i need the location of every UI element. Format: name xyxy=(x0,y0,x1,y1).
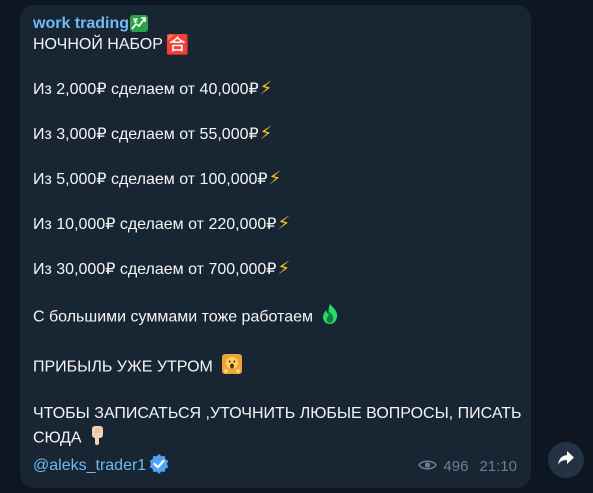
lightning-icon: ⚡ xyxy=(268,168,282,189)
share-button[interactable] xyxy=(548,442,584,478)
offer-line: Из 5,000₽ сделаем от 100,000₽⚡ xyxy=(33,168,517,191)
big-sums-line: С большими суммами тоже работаем xyxy=(33,303,517,332)
mention-row[interactable]: @aleks_trader1 xyxy=(33,453,170,480)
heading-line: НОЧНОЙ НАБОР 🈴 xyxy=(33,34,517,56)
message-footer: @aleks_trader1 496 21:10 xyxy=(33,453,517,479)
heading-emoji-icon: 🈴 xyxy=(165,34,190,56)
share-arrow-icon xyxy=(557,450,575,471)
message-time: 21:10 xyxy=(479,457,517,475)
offer-line: Из 2,000₽ сделаем от 40,000₽⚡ xyxy=(33,78,517,101)
offer-text: Из 30,000₽ сделаем от 700,000₽ xyxy=(33,261,277,278)
lightning-icon: ⚡ xyxy=(277,258,291,279)
lightning-icon: ⚡ xyxy=(277,213,291,234)
offer-text: Из 5,000₽ сделаем от 100,000₽ xyxy=(33,171,268,188)
cta-line: ЧТОБЫ ЗАПИСАТЬСЯ ,УТОЧНИТЬ ЛЮБЫЕ ВОПРОСЫ… xyxy=(33,403,523,452)
offer-text: Из 2,000₽ сделаем от 40,000₽ xyxy=(33,81,259,98)
offer-line: Из 3,000₽ сделаем от 55,000₽⚡ xyxy=(33,123,517,146)
offer-text: Из 3,000₽ сделаем от 55,000₽ xyxy=(33,126,259,143)
offer-line: Из 10,000₽ сделаем от 220,000₽⚡ xyxy=(33,213,517,236)
lightning-icon: ⚡ xyxy=(259,123,273,144)
channel-name[interactable]: work trading xyxy=(33,14,129,33)
channel-name-row[interactable]: work trading ¥ xyxy=(33,14,517,33)
verified-badge-icon xyxy=(148,453,170,480)
eye-icon xyxy=(418,458,438,475)
cta-text: ЧТОБЫ ЗАПИСАТЬСЯ ,УТОЧНИТЬ ЛЮБЫЕ ВОПРОСЫ… xyxy=(33,405,522,447)
heading-text: НОЧНОЙ НАБОР xyxy=(33,36,163,53)
screaming-face-icon xyxy=(222,354,243,381)
message-meta: 496 21:10 xyxy=(418,458,517,475)
svg-text:¥: ¥ xyxy=(133,17,138,25)
views-count: 496 xyxy=(443,457,469,475)
lightning-icon: ⚡ xyxy=(259,78,273,99)
profit-text: ПРИБЫЛЬ УЖЕ УТРОМ xyxy=(33,358,213,376)
green-flame-icon xyxy=(321,303,339,332)
mention-link[interactable]: @aleks_trader1 xyxy=(33,457,146,475)
offer-line: Из 30,000₽ сделаем от 700,000₽⚡ xyxy=(33,258,517,281)
offer-text: Из 10,000₽ сделаем от 220,000₽ xyxy=(33,216,277,233)
big-sums-text: С большими суммами тоже работаем xyxy=(33,308,314,326)
profit-line: ПРИБЫЛЬ УЖЕ УТРОМ xyxy=(33,354,517,381)
message-bubble: work trading ¥ НОЧНОЙ НАБОР 🈴 Из 2,000₽ … xyxy=(20,5,531,488)
chart-increasing-with-yen-icon: ¥ xyxy=(130,15,149,32)
pointing-down-icon xyxy=(91,425,105,452)
